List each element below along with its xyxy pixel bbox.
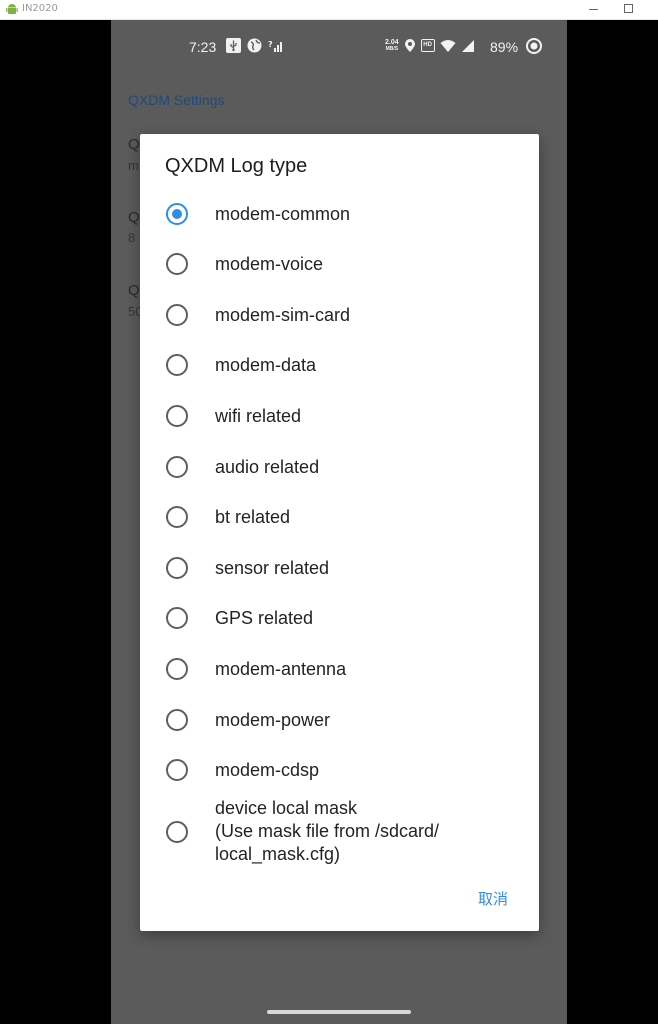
radio-button[interactable] [166, 405, 188, 427]
svg-text:?: ? [268, 40, 273, 49]
radio-button[interactable] [166, 759, 188, 781]
radio-button[interactable] [166, 821, 188, 843]
option-label: GPS related [215, 608, 314, 628]
option-modem-antenna[interactable]: modem-antenna [140, 646, 539, 692]
home-gesture-bar[interactable] [267, 1010, 411, 1014]
maximize-button[interactable] [624, 4, 633, 13]
window-title: IN2020 [22, 3, 58, 14]
radio-button[interactable] [166, 304, 188, 326]
option-modem-common[interactable]: modem-common [140, 191, 539, 237]
status-left-icons: ? [226, 38, 283, 53]
option-label-line: device local mask [215, 798, 358, 818]
option-gps-related[interactable]: GPS related [140, 595, 539, 641]
wifi-icon [440, 39, 456, 52]
option-modem-cdsp[interactable]: modem-cdsp [140, 747, 539, 793]
status-time: 7:23 [189, 39, 217, 55]
option-label: modem-power [215, 710, 331, 730]
option-label: modem-voice [215, 254, 324, 274]
option-modem-power[interactable]: modem-power [140, 697, 539, 743]
setting-summary-fragment: m [128, 158, 139, 173]
left-letterbox [0, 20, 111, 1024]
right-letterbox [567, 20, 658, 1024]
option-label: modem-antenna [215, 659, 347, 679]
cell-signal-icon [461, 39, 474, 52]
radio-button[interactable] [166, 456, 188, 478]
minimize-button[interactable] [589, 9, 598, 10]
setting-title-fragment: Q [128, 136, 140, 153]
option-device-local-mask[interactable]: device local mask (Use mask file from /s… [140, 794, 539, 870]
radio-button[interactable] [166, 607, 188, 629]
cancel-button[interactable]: 取消 [478, 888, 508, 909]
option-label: wifi related [215, 406, 302, 426]
setting-title-fragment: Q [128, 209, 140, 226]
log-type-dialog: QXDM Log type modem-common modem-voice m… [140, 134, 539, 931]
settings-category-header: QXDM Settings [128, 92, 225, 108]
option-label: bt related [215, 507, 291, 527]
option-modem-voice[interactable]: modem-voice [140, 241, 539, 287]
setting-title-fragment: Q [128, 282, 140, 299]
option-audio-related[interactable]: audio related [140, 444, 539, 490]
battery-icon [526, 38, 542, 54]
location-pin-icon [404, 39, 415, 52]
option-label: modem-cdsp [215, 760, 320, 780]
option-label: sensor related [215, 558, 330, 578]
radio-button[interactable] [166, 354, 188, 376]
option-modem-sim-card[interactable]: modem-sim-card [140, 292, 539, 338]
option-modem-data[interactable]: modem-data [140, 342, 539, 388]
option-label: modem-sim-card [215, 305, 351, 325]
net-speed-value: 2.04 [385, 39, 399, 46]
option-sensor-related[interactable]: sensor related [140, 545, 539, 591]
radio-button[interactable] [166, 658, 188, 680]
option-label: audio related [215, 457, 320, 477]
radio-button[interactable] [166, 253, 188, 275]
net-speed-unit: MB/S [385, 46, 399, 52]
option-label: modem-data [215, 355, 317, 375]
android-icon [6, 4, 18, 14]
option-wifi-related[interactable]: wifi related [140, 393, 539, 439]
option-label: modem-common [215, 204, 351, 224]
radio-button[interactable] [166, 557, 188, 579]
radio-button[interactable] [166, 709, 188, 731]
option-label-line: local_mask.cfg) [215, 844, 341, 864]
status-bar: 7:23 ? 2.04 MB/S HD 89% [111, 20, 567, 72]
volte-icon: HD [420, 39, 435, 52]
dialog-title: QXDM Log type [165, 155, 308, 177]
option-label-line: (Use mask file from /sdcard/ [215, 821, 440, 841]
radio-button-selected[interactable] [166, 203, 188, 225]
volte-label: HD [423, 42, 432, 48]
radio-button[interactable] [166, 506, 188, 528]
window-titlebar: IN2020 [0, 0, 658, 20]
battery-percent: 89% [490, 39, 519, 55]
setting-summary-fragment: 8 [128, 230, 136, 245]
usb-icon [226, 38, 241, 53]
signal-bars-icon: ? [268, 40, 282, 52]
option-bt-related[interactable]: bt related [140, 494, 539, 540]
status-right-icons: 2.04 MB/S HD [385, 38, 475, 53]
net-speed-indicator: 2.04 MB/S [385, 39, 399, 52]
globe-icon [247, 38, 262, 53]
